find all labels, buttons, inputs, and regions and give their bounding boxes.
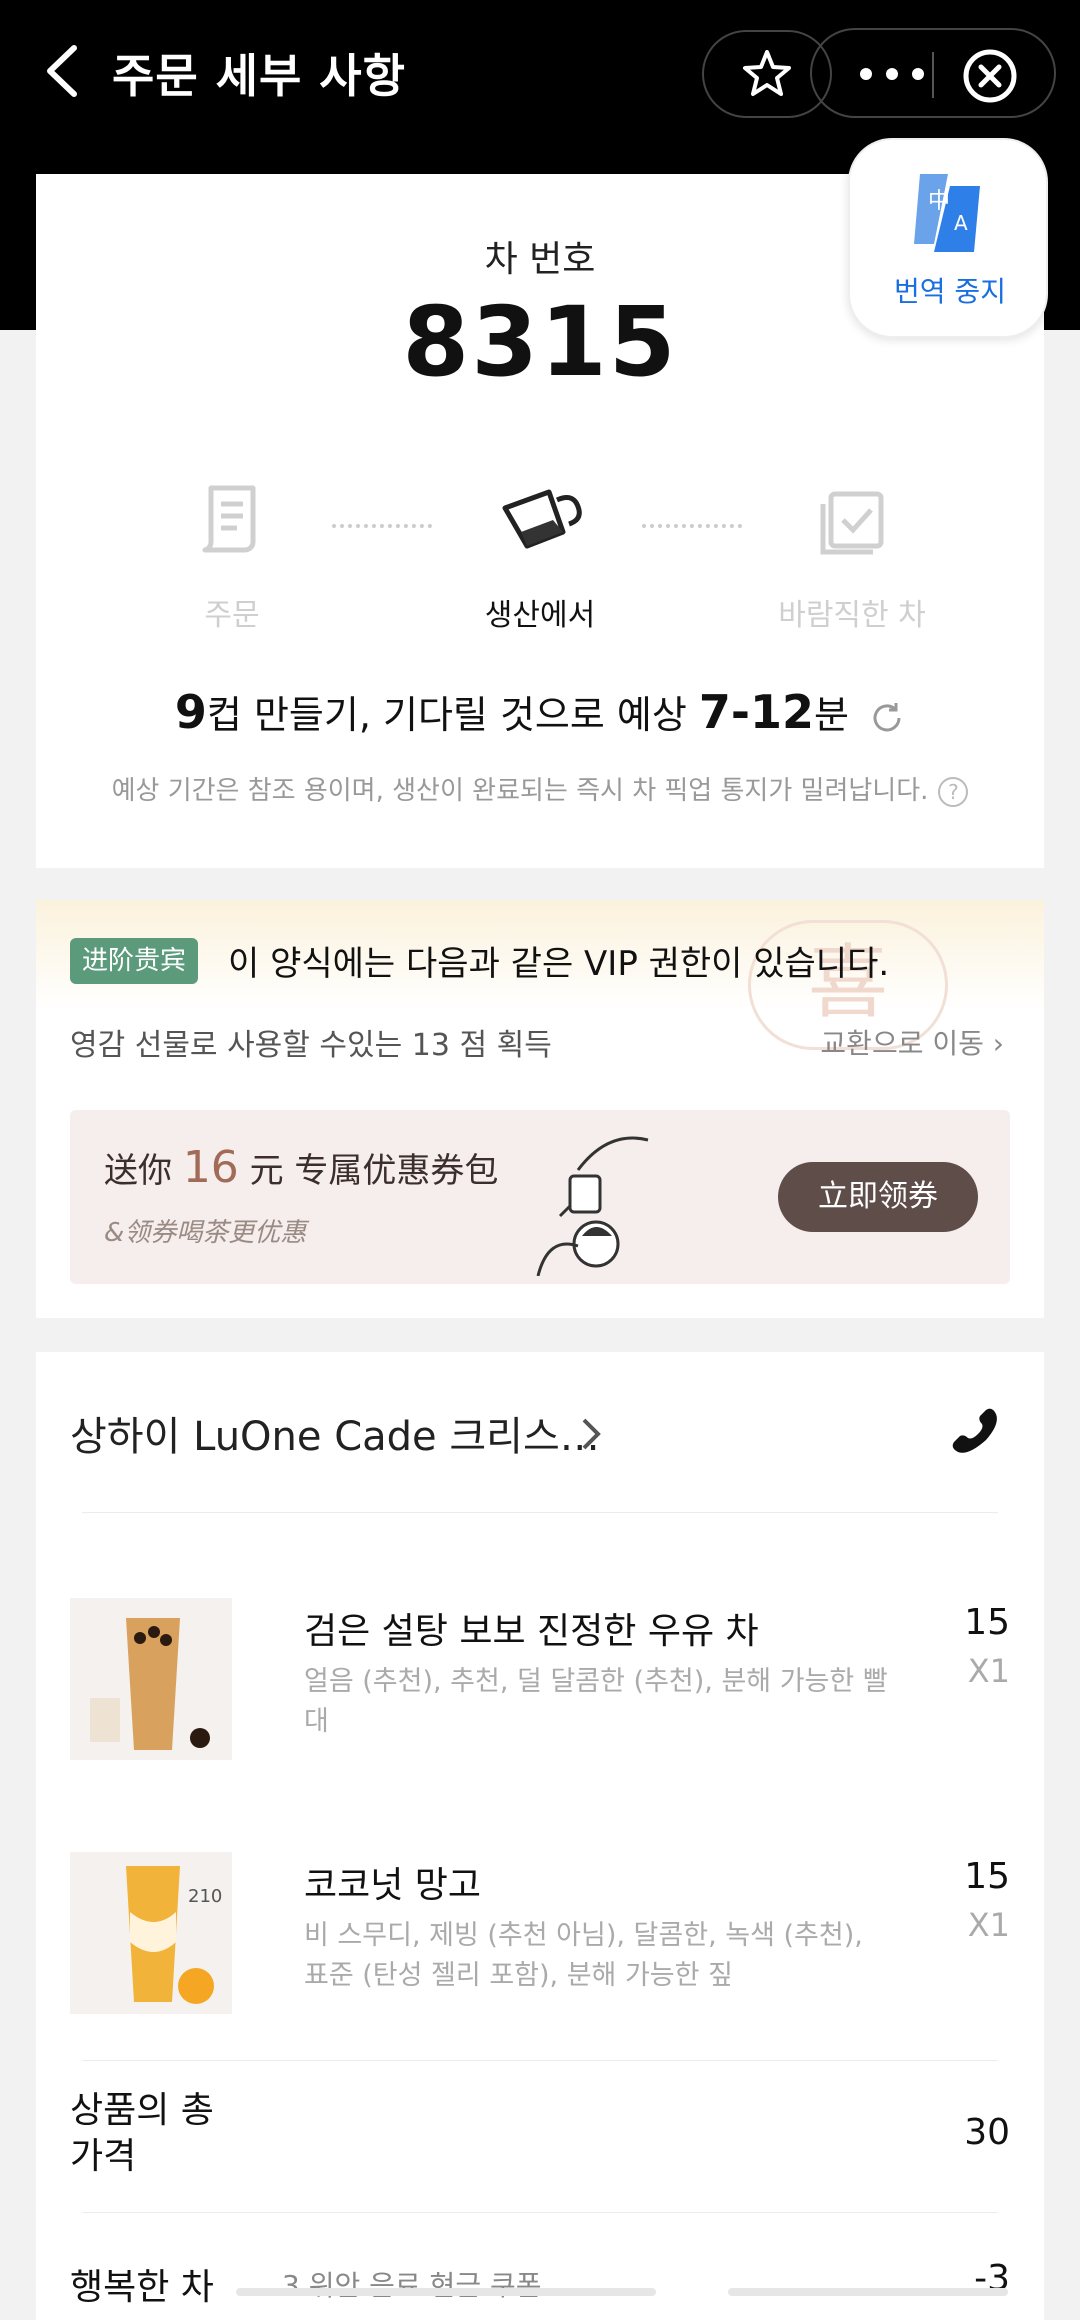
store-name[interactable]: 상하이 LuOne Cade 크리스… [70,1404,600,1462]
translate-icon: 中 A [914,174,980,252]
points-gift-text: 영감 선물로 사용할 수있는 13 점 획득 [70,1028,552,1063]
coupon-prefix: 送你 [104,1151,172,1191]
step-ready: 바람직한 차 [742,474,962,634]
refresh-icon[interactable] [869,700,905,736]
tea-girl-illustration [536,1136,649,1276]
scroll-indicator [236,2288,656,2296]
vip-level-badge: 进阶贵宾 [70,938,199,984]
step-producing: 생산에서 [430,474,650,634]
discount-description: 3 위안 음료 현금 쿠폰 [282,2269,542,2302]
estimate-note: 예상 기간은 참조 용이며, 생산이 완료되는 즉시 차 픽업 통지가 밀려납니… [36,770,1044,807]
back-arrow-icon[interactable] [36,38,96,104]
coupon-suffix: 元 专属优惠券包 [249,1151,499,1191]
milk-tea-image [70,1598,232,1760]
page-title: 주문 세부 사항 [112,49,406,103]
step-label: 생산에서 [484,598,596,633]
star-icon [743,50,791,96]
estimate-note-text: 예상 기간은 참조 용이며, 생산이 완료되는 즉시 차 픽업 통지가 밀려납니… [111,776,929,806]
wait-estimate: 9컵 만들기, 기다릴 것으로 예상 7-12분 [36,684,1044,739]
mango-drink-image: 210 [70,1852,232,2014]
chevron-right-icon[interactable] [576,1414,606,1454]
step-ordered: 주문 [122,474,342,634]
mini-program-capsule [810,28,1056,118]
capsule-divider [932,52,934,98]
cup-count: 9 [174,685,207,739]
close-icon[interactable] [962,48,1018,104]
divider [82,2060,998,2061]
receipt-icon [202,485,256,553]
checklist-icon [820,491,884,555]
total-price-label: 상품의 총 가격 [70,2090,214,2177]
more-icon[interactable] [852,58,932,90]
divider [82,2212,998,2213]
item-name: 검은 설탕 보보 진정한 우유 차 [304,1611,759,1652]
item-quantity: X1 [967,1652,1010,1690]
coupon-subtitle: &领券喝茶更优惠 [104,1218,307,1248]
coupon-title: 送你 16 元 专属优惠券包 [104,1142,498,1193]
item-options: 얼음 (추천), 추천, 덜 달콤한 (추천), 분해 가능한 빨대 [304,1666,888,1737]
chevron-right-icon: › [992,1027,1004,1060]
item-quantity: X1 [967,1906,1010,1944]
coupon-banner[interactable]: 送你 16 元 专属优惠券包 &领券喝茶更优惠 立即领券 [70,1110,1010,1284]
item-options: 비 스무디, 제빙 (추천 아님), 달콤한, 녹색 (추천), 표준 (탄성 … [304,1920,863,1991]
exchange-link-label: 교환으로 이동 [820,1027,984,1060]
step-label: 바람직한 차 [778,598,926,633]
phone-icon[interactable] [944,1404,998,1458]
order-item: 210 코코넛 망고 비 스무디, 제빙 (추천 아님), 달콤한, 녹색 (추… [70,1852,1010,2016]
vip-text: 이 양식에는 다음과 같은 VIP 권한이 있습니다. [228,944,890,984]
step-connector [332,524,432,528]
svg-text:A: A [954,211,968,235]
exchange-link[interactable]: 교환으로 이동 › [820,1022,1004,1062]
discount-label: 행복한 차 [70,2267,214,2308]
wait-unit: 분 [814,693,850,737]
step-connector [642,524,742,528]
wait-text: 컵 만들기, 기다릴 것으로 예상 [206,693,687,737]
svg-text:210: 210 [188,1886,222,1907]
wait-range: 7-12 [698,685,815,739]
scroll-indicator [728,2288,1008,2296]
item-price: 15 [964,1856,1010,1897]
claim-coupon-button[interactable]: 立即领券 [778,1162,978,1232]
pitcher-icon [502,489,582,549]
total-price-value: 30 [964,2112,1010,2153]
translate-stop-button[interactable]: 中 A 번역 중지 [848,138,1048,338]
vip-card: 喜 进阶贵宾 이 양식에는 다음과 같은 VIP 권한이 있습니다. 영감 선물… [36,900,1044,1318]
svg-text:中: 中 [928,189,950,214]
translate-stop-label: 번역 중지 [894,275,1006,308]
item-price: 15 [964,1602,1010,1643]
order-items-card: 상하이 LuOne Cade 크리스… 검은 설탕 보보 진정한 우유 차 얼음… [36,1352,1044,2320]
divider [82,1512,998,1513]
order-item: 검은 설탕 보보 진정한 우유 차 얼음 (추천), 추천, 덜 달콤한 (추천… [70,1598,1010,1762]
item-name: 코코넛 망고 [304,1865,482,1906]
help-icon[interactable]: ? [938,776,969,807]
coupon-amount: 16 [182,1142,239,1193]
step-label: 주문 [204,598,260,633]
